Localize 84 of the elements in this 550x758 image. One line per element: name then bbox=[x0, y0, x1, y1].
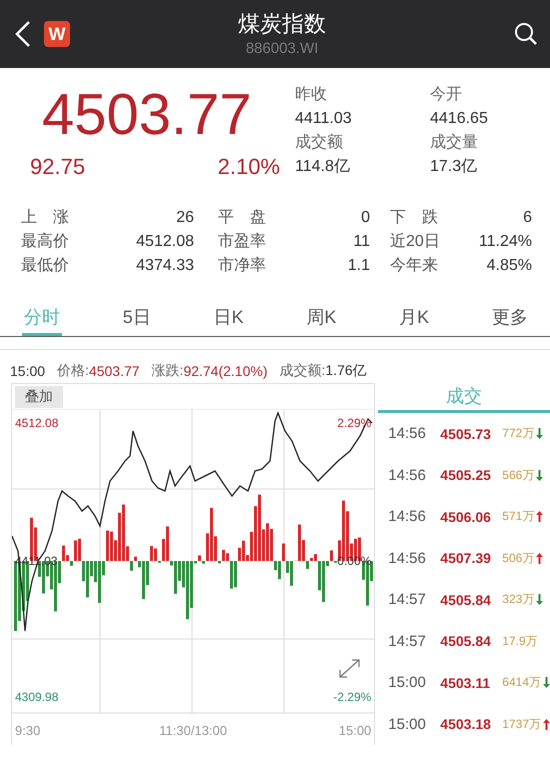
trade-price: 4503.11 bbox=[440, 674, 492, 691]
chart-tab[interactable]: 月K bbox=[397, 300, 432, 336]
stat-label: 昨收 bbox=[295, 85, 328, 105]
stat-label: 成交额 bbox=[295, 132, 344, 153]
info-value: 92.74(2.10%) bbox=[183, 363, 268, 379]
index-code: 886003.WI bbox=[246, 39, 318, 59]
stat-value: 4416.65 bbox=[430, 109, 489, 129]
percent-label: -2.29% bbox=[333, 690, 372, 704]
trade-price: 4505.84 bbox=[440, 633, 492, 650]
trade-time: 14:57 bbox=[388, 632, 427, 650]
time-label: 11:30/13:00 bbox=[159, 723, 227, 738]
stat-label: 近20日 bbox=[390, 232, 440, 252]
quote-time: 15:00 bbox=[10, 363, 46, 379]
chart-tab[interactable]: 更多 bbox=[490, 300, 530, 336]
down-arrow-icon bbox=[543, 677, 550, 688]
stat-value: 4512.08 bbox=[135, 232, 194, 252]
stat-value: 26 bbox=[175, 208, 194, 228]
last-price: 4503.77 bbox=[41, 82, 253, 148]
price-label: 4309.98 bbox=[15, 690, 58, 704]
chart-tab[interactable]: 日K bbox=[212, 300, 246, 336]
stat-value: 1.1 bbox=[346, 256, 370, 276]
expand-icon[interactable] bbox=[339, 659, 360, 678]
trade-volume: 1737万 bbox=[502, 716, 541, 733]
info-label: 成交额: bbox=[280, 362, 326, 380]
trade-price: 4505.84 bbox=[440, 592, 492, 608]
chart-tab[interactable]: 5日 bbox=[120, 300, 153, 336]
search-icon[interactable] bbox=[514, 22, 538, 46]
stat-label: 市盈率 bbox=[218, 232, 266, 252]
change-percent: 2.10% bbox=[218, 154, 280, 180]
stat-value: 4.85% bbox=[486, 256, 532, 276]
stat-label: 今开 bbox=[430, 85, 463, 105]
trade-price: 4506.06 bbox=[440, 508, 492, 525]
info-value: 1.76亿 bbox=[325, 362, 367, 380]
trade-volume: 772万 bbox=[502, 425, 534, 442]
info-label: 涨跌: bbox=[152, 362, 184, 380]
stat-value: 11.24% bbox=[478, 232, 532, 252]
stat-value: 0 bbox=[360, 208, 370, 228]
down-arrow-icon bbox=[536, 428, 544, 440]
chart-tab[interactable]: 周K bbox=[304, 300, 338, 336]
up-arrow-icon bbox=[536, 511, 544, 522]
stat-label: 成交量 bbox=[430, 132, 479, 153]
trade-volume: 323万 bbox=[502, 591, 534, 608]
stat-value: 11 bbox=[352, 232, 370, 252]
trade-time: 14:57 bbox=[388, 591, 427, 608]
price-change: 92.75 bbox=[30, 154, 86, 180]
trade-time: 14:56 bbox=[388, 425, 427, 442]
app-logo: W bbox=[44, 21, 70, 47]
trade-time: 14:56 bbox=[388, 550, 427, 567]
trade-price: 4505.25 bbox=[440, 467, 492, 484]
stat-label: 最高价 bbox=[21, 232, 69, 252]
stat-value: 4411.03 bbox=[295, 109, 353, 129]
trade-time: 15:00 bbox=[388, 716, 427, 733]
trade-volume: 17.9万 bbox=[502, 632, 538, 650]
stat-label: 平盘 bbox=[218, 208, 266, 228]
info-value: 4503.77 bbox=[88, 363, 140, 379]
trade-price: 4503.18 bbox=[440, 716, 492, 732]
down-arrow-icon bbox=[536, 470, 544, 481]
stat-value: 17.3亿 bbox=[430, 157, 478, 177]
trade-price: 4507.39 bbox=[440, 550, 492, 566]
up-arrow-icon bbox=[536, 552, 544, 564]
stat-label: 上涨 bbox=[21, 208, 69, 228]
trade-volume: 566万 bbox=[502, 466, 534, 484]
stat-label: 市净率 bbox=[218, 256, 266, 276]
trade-time: 15:00 bbox=[388, 674, 427, 692]
trade-volume: 571万 bbox=[502, 508, 534, 526]
page-title: 煤炭指数 bbox=[238, 10, 326, 38]
trade-price: 4505.73 bbox=[440, 426, 492, 442]
trade-time: 14:56 bbox=[388, 508, 427, 526]
stat-value: 6 bbox=[522, 208, 532, 228]
stat-value: 4374.33 bbox=[135, 256, 194, 276]
stat-value: 114.8亿 bbox=[295, 157, 351, 177]
stat-label: 最低价 bbox=[21, 256, 69, 276]
overlay-button[interactable]: 叠加 bbox=[15, 386, 63, 408]
trade-volume: 6414万 bbox=[502, 674, 541, 692]
price-label: 4512.08 bbox=[15, 416, 58, 430]
down-arrow-icon bbox=[536, 594, 544, 606]
trade-volume: 506万 bbox=[502, 550, 534, 567]
time-label: 15:00 bbox=[338, 723, 372, 738]
stat-label: 下跌 bbox=[390, 208, 438, 228]
info-label: 价格: bbox=[57, 362, 89, 380]
trade-time: 14:56 bbox=[388, 466, 427, 484]
up-arrow-icon bbox=[543, 718, 550, 730]
stat-label: 今年来 bbox=[390, 256, 438, 276]
time-label: 9:30 bbox=[15, 723, 40, 738]
